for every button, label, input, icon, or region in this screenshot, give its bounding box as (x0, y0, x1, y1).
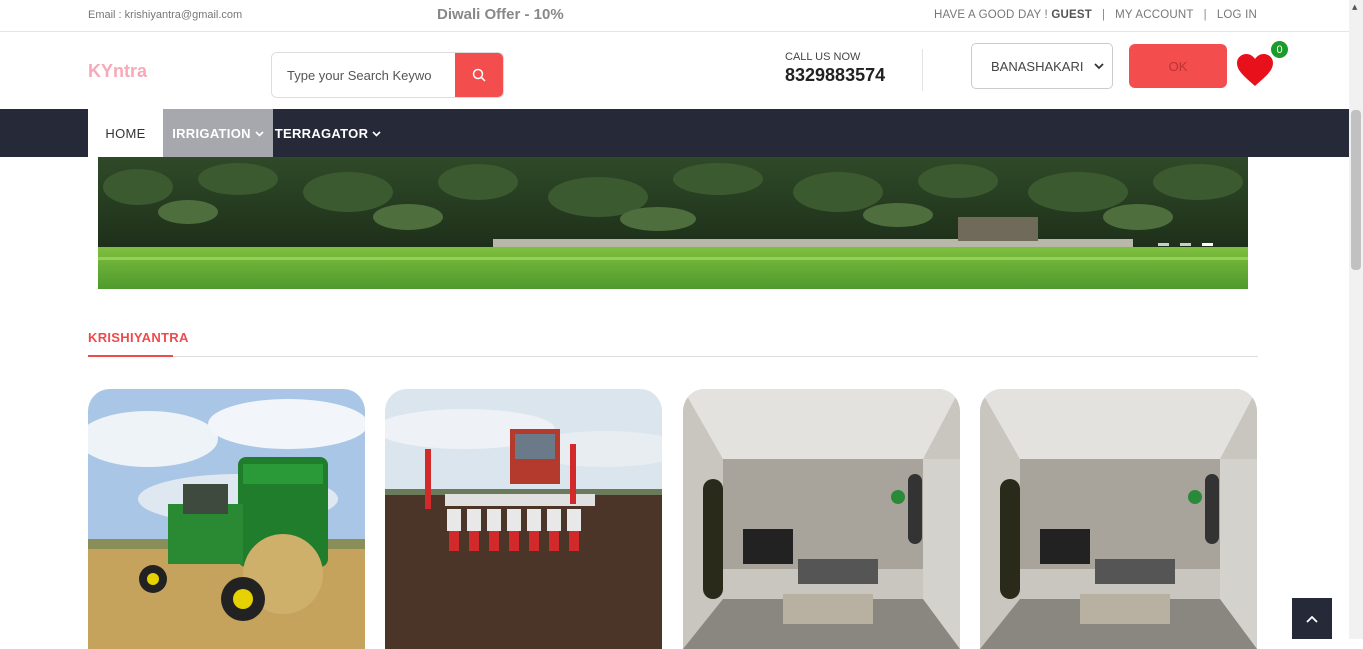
login-link[interactable]: LOG IN (1217, 9, 1257, 21)
wishlist-count-badge: 0 (1271, 41, 1288, 58)
nav-item-label: HOME (105, 125, 146, 141)
product-card[interactable] (88, 389, 365, 649)
offer-banner-text: Diwali Offer - 10% (437, 6, 564, 23)
site-logo[interactable]: KYntra (88, 61, 147, 82)
scroll-up-arrow-icon[interactable]: ▲ (1352, 3, 1357, 11)
carousel-dot[interactable] (1180, 243, 1191, 246)
tractor-baler-image (88, 389, 365, 649)
call-us-label: CALL US NOW (785, 51, 861, 63)
search-icon (472, 68, 486, 82)
chevron-up-icon (1306, 615, 1318, 623)
back-to-top-button[interactable] (1292, 598, 1332, 639)
section-title-underline (88, 355, 173, 357)
carousel-indicators (1158, 243, 1213, 246)
paddy-field-image (98, 157, 1248, 289)
nav-item-label: TERRAGATOR (274, 125, 369, 141)
section-title: KRISHIYANTRA (88, 330, 189, 345)
ok-button[interactable]: OK (1129, 44, 1227, 88)
separator: | (1203, 9, 1207, 21)
nav-item-label: IRRIGATION (172, 125, 251, 141)
separator: | (1101, 9, 1106, 21)
nav-item-terragator[interactable]: TERRAGATOR (273, 109, 383, 157)
hero-banner-image (98, 157, 1248, 289)
top-bar: Email : krishiyantra@gmail.com Diwali Of… (0, 0, 1349, 32)
carousel-dot-active[interactable] (1202, 243, 1213, 246)
seed-planter-image (385, 389, 662, 649)
location-selected: BANASHAKARI (991, 58, 1084, 74)
product-card[interactable] (980, 389, 1257, 649)
product-card[interactable] (385, 389, 662, 649)
carousel-dot[interactable] (1158, 243, 1169, 246)
location-select[interactable]: BANASHAKARI (971, 43, 1113, 89)
user-name: GUEST (1051, 9, 1092, 21)
call-us: CALL US NOW 8329883574 (785, 51, 885, 86)
divider (922, 49, 923, 91)
scrollbar-thumb[interactable] (1351, 110, 1361, 270)
phone-number: 8329883574 (785, 65, 886, 85)
nav-item-irrigation[interactable]: IRRIGATION (163, 109, 273, 157)
nav-item-home[interactable]: HOME (88, 109, 163, 157)
section-divider (88, 356, 1258, 357)
chevron-down-icon (1094, 63, 1104, 70)
chevron-down-icon (255, 130, 264, 137)
greeting-text: HAVE A GOOD DAY ! (933, 9, 1048, 21)
header: KYntra CALL US NOW 8329883574 BANASHAKAR… (0, 33, 1349, 109)
interior-room-image (683, 389, 960, 649)
interior-room-image (980, 389, 1257, 649)
product-card[interactable] (683, 389, 960, 649)
chevron-down-icon (372, 130, 381, 137)
page-scrollbar[interactable]: ▲ (1349, 0, 1363, 639)
wishlist-heart-icon[interactable] (1236, 53, 1274, 87)
search-button[interactable] (455, 53, 503, 97)
search-input[interactable] (272, 53, 455, 97)
greeting: HAVE A GOOD DAY ! GUEST (934, 9, 1092, 21)
search-box (271, 52, 504, 98)
main-nav: HOME IRRIGATION TERRAGATOR (0, 109, 1349, 157)
my-account-link[interactable]: MY ACCOUNT (1115, 9, 1193, 21)
contact-email: Email : krishiyantra@gmail.com (88, 9, 243, 21)
top-bar-right: HAVE A GOOD DAY ! GUEST | MY ACCOUNT | L… (934, 9, 1257, 21)
